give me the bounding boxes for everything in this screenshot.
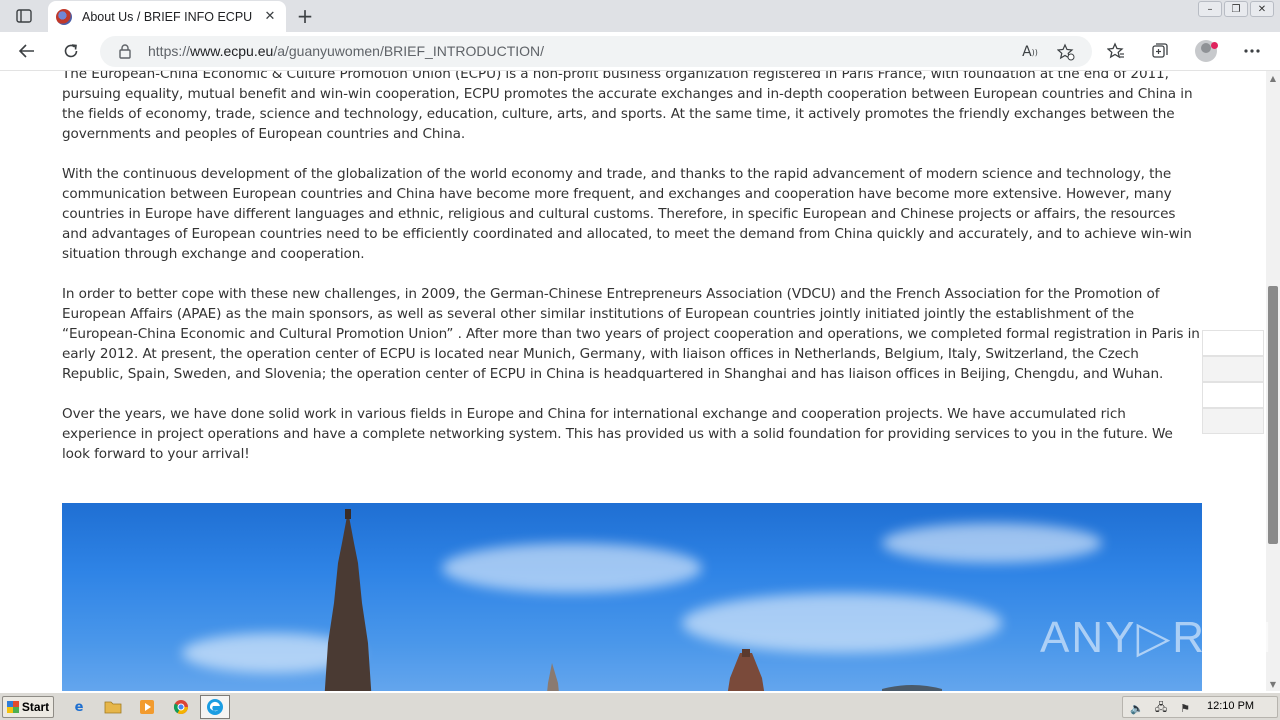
vertical-scrollbar[interactable]: ▲ ▼ xyxy=(1266,71,1280,691)
close-tab-icon[interactable]: ✕ xyxy=(262,9,278,25)
site-favicon-icon xyxy=(56,8,72,25)
add-favorite-icon[interactable] xyxy=(1054,40,1078,64)
side-menu-item[interactable] xyxy=(1202,330,1264,356)
start-button[interactable]: Start xyxy=(2,696,54,718)
profile-notification-badge xyxy=(1211,42,1218,49)
volume-icon[interactable]: 🔈 xyxy=(1129,700,1145,716)
maximize-button[interactable]: ❐ xyxy=(1224,1,1248,17)
read-aloud-icon[interactable]: A)) xyxy=(1018,40,1042,64)
lock-icon[interactable] xyxy=(118,43,132,59)
side-menu-item[interactable] xyxy=(1202,408,1264,434)
paragraph-history: In order to better cope with these new c… xyxy=(62,286,1200,382)
tab-strip: About Us / BRIEF INFO ECPU ✕ + – ❐ ✕ xyxy=(0,0,1280,32)
edge-taskbar-button[interactable] xyxy=(200,695,230,719)
anyrun-watermark: ANY▷RUN xyxy=(1040,613,1274,662)
tab-actions-icon[interactable] xyxy=(10,6,38,26)
windows-flag-icon xyxy=(6,701,19,713)
scroll-down-icon[interactable]: ▼ xyxy=(1266,677,1280,691)
side-menu-item[interactable] xyxy=(1202,382,1264,408)
scrollbar-thumb[interactable] xyxy=(1268,286,1278,544)
browser-toolbar: https://www.ecpu.eu/a/guanyuwomen/BRIEF_… xyxy=(0,32,1280,71)
taskbar-clock[interactable]: 12:10 PM xyxy=(1207,700,1254,712)
file-explorer-icon[interactable] xyxy=(102,697,124,717)
collections-icon[interactable] xyxy=(1145,37,1175,65)
scroll-up-icon[interactable]: ▲ xyxy=(1266,71,1280,85)
favorites-icon[interactable] xyxy=(1101,37,1131,65)
internet-explorer-icon[interactable]: e xyxy=(68,697,90,717)
address-bar[interactable]: https://www.ecpu.eu/a/guanyuwomen/BRIEF_… xyxy=(100,36,1092,67)
media-player-icon[interactable] xyxy=(136,697,158,717)
url-text: https://www.ecpu.eu/a/guanyuwomen/BRIEF_… xyxy=(148,43,545,59)
back-arrow-icon[interactable] xyxy=(12,37,42,65)
paragraph-experience: Over the years, we have done solid work … xyxy=(62,406,1173,462)
intro-text: The European-China Economic & Culture Pr… xyxy=(62,71,1204,484)
chrome-icon[interactable] xyxy=(170,697,192,717)
action-center-flag-icon[interactable]: ⚑ xyxy=(1177,700,1193,716)
window-controls: – ❐ ✕ xyxy=(1198,1,1274,17)
floating-side-menu xyxy=(1202,330,1264,434)
hero-image xyxy=(62,503,1202,691)
system-tray: 🔈 🖧 ⚑ 12:10 PM xyxy=(1122,696,1278,718)
reload-icon[interactable] xyxy=(56,37,86,65)
new-tab-button[interactable]: + xyxy=(293,5,317,27)
close-window-button[interactable]: ✕ xyxy=(1250,1,1274,17)
more-icon[interactable] xyxy=(1237,37,1267,65)
paragraph-globalization: With the continuous development of the g… xyxy=(62,166,1192,262)
browser-tab[interactable]: About Us / BRIEF INFO ECPU ✕ xyxy=(48,1,286,32)
start-label: Start xyxy=(21,700,50,714)
page-viewport: The European-China Economic & Culture Pr… xyxy=(0,71,1266,691)
paragraph-intro: The European-China Economic & Culture Pr… xyxy=(62,71,1193,142)
cathedral-illustration xyxy=(324,509,942,691)
network-icon[interactable]: 🖧 xyxy=(1153,700,1169,716)
edge-icon xyxy=(207,699,223,715)
side-menu-item[interactable] xyxy=(1202,356,1264,382)
tab-title: About Us / BRIEF INFO ECPU xyxy=(82,9,253,24)
taskbar: Start e 🔈 🖧 ⚑ 12:10 PM xyxy=(0,692,1280,720)
minimize-button[interactable]: – xyxy=(1198,1,1222,17)
